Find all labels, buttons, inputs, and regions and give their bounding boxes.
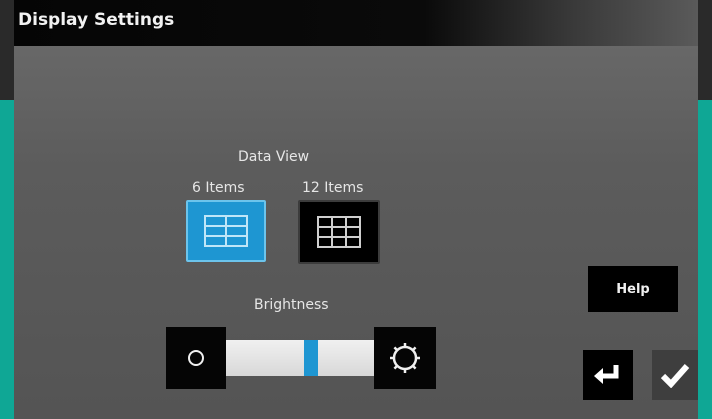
- back-button[interactable]: [583, 350, 633, 400]
- brightness-increase-button[interactable]: [374, 327, 436, 389]
- title-bar: Display Settings: [14, 0, 698, 46]
- six-items-label: 6 Items: [192, 180, 245, 196]
- brightness-high-icon: [390, 343, 420, 373]
- grid-12-icon: [317, 216, 361, 248]
- page-title: Display Settings: [18, 10, 175, 30]
- accept-button[interactable]: [652, 350, 698, 400]
- data-view-label: Data View: [238, 149, 310, 165]
- device-frame-left: [0, 100, 14, 419]
- return-arrow-icon: [594, 365, 619, 384]
- display-settings-screen: Display Settings Data View 6 Items 12 It…: [14, 0, 698, 419]
- twelve-items-button[interactable]: [298, 200, 380, 264]
- six-items-button[interactable]: [186, 200, 266, 262]
- device-frame-right: [698, 100, 712, 419]
- grid-6-icon: [204, 215, 248, 247]
- brightness-slider-handle[interactable]: [304, 340, 318, 376]
- help-button[interactable]: Help: [588, 266, 678, 312]
- brightness-label: Brightness: [254, 297, 329, 313]
- brightness-slider[interactable]: [226, 340, 374, 376]
- brightness-low-icon: [188, 350, 204, 366]
- brightness-decrease-button[interactable]: [166, 327, 226, 389]
- checkmark-icon: [660, 364, 690, 388]
- twelve-items-label: 12 Items: [302, 180, 364, 196]
